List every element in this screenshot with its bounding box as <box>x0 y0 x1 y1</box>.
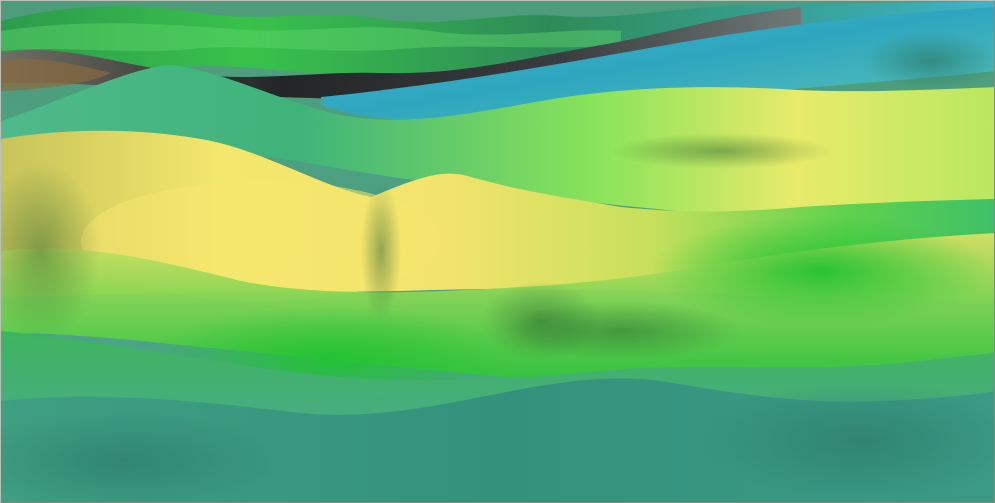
shadow-ridge <box>361 181 401 321</box>
dark-streak-right <box>861 31 994 91</box>
terrain-render[interactable] <box>1 1 995 503</box>
terrain-viewport[interactable] <box>0 0 995 503</box>
shadow-valley <box>481 281 601 361</box>
hud-overlay <box>431 455 537 467</box>
dark-streak-upper <box>611 133 831 169</box>
